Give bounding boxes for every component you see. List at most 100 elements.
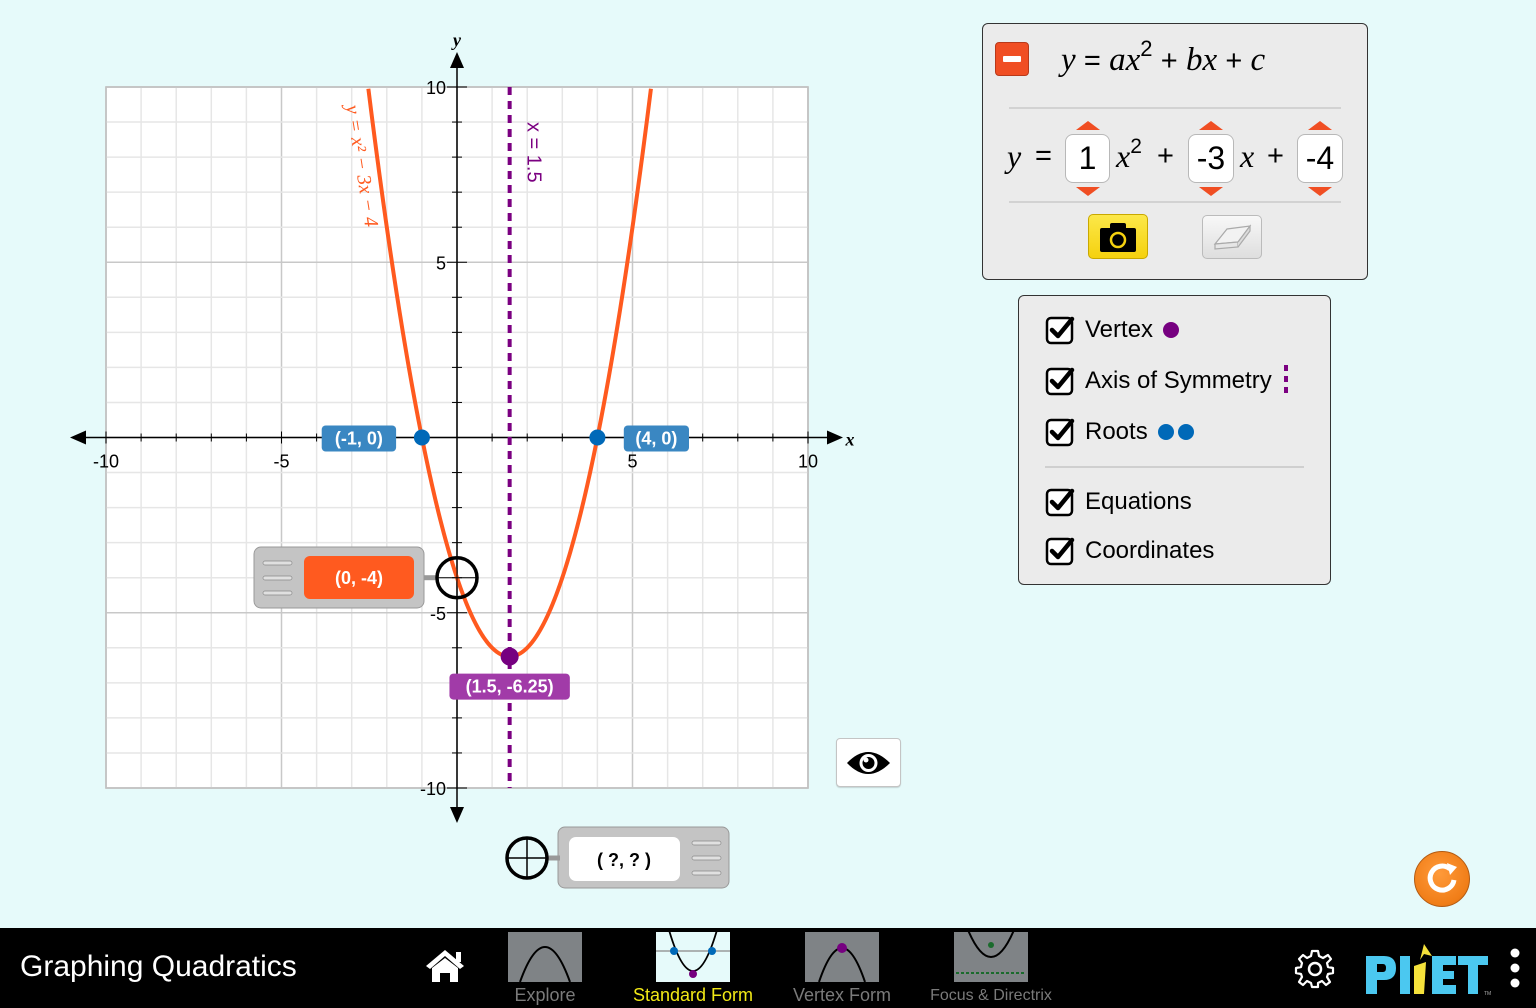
eq-exponent: 2 bbox=[1140, 36, 1153, 61]
y-tick-label: -5 bbox=[430, 604, 446, 624]
erase-curves-button[interactable] bbox=[1202, 215, 1262, 259]
gear-icon bbox=[1294, 949, 1335, 989]
y-tick-label: 5 bbox=[436, 253, 446, 273]
phet-menu-button[interactable] bbox=[1505, 946, 1525, 992]
toggle-graph-contents-button[interactable] bbox=[836, 738, 901, 787]
screen-label: Explore bbox=[514, 985, 576, 1005]
b-value: -3 bbox=[1196, 140, 1226, 176]
collapse-button[interactable] bbox=[995, 42, 1029, 76]
equations-label: Equations bbox=[1085, 488, 1192, 515]
explore-screen-icon bbox=[508, 932, 582, 982]
standard-form-screen-icon bbox=[656, 932, 730, 982]
vertex-checkbox[interactable]: Vertex bbox=[1045, 315, 1180, 345]
c-increment-arrow[interactable] bbox=[1308, 121, 1332, 130]
reset-all-button[interactable] bbox=[1414, 851, 1470, 907]
checkbox-checked-icon bbox=[1045, 488, 1075, 517]
screen-button-explore[interactable]: Explore bbox=[475, 930, 615, 1008]
axis-of-symmetry-label: x = 1.5 bbox=[523, 122, 545, 183]
home-icon bbox=[426, 950, 464, 982]
x-axis-label: x bbox=[845, 430, 855, 450]
screen-label: Focus & Directrix bbox=[930, 987, 1052, 1004]
screen-button-vertex-form[interactable]: Vertex Form bbox=[772, 930, 912, 1008]
row-y: y bbox=[1007, 138, 1022, 174]
vertex-label: Vertex bbox=[1085, 316, 1154, 343]
svg-text:TM: TM bbox=[1484, 991, 1491, 996]
coefficient-equation: y = 1 x2 + -3 x + -4 bbox=[1005, 121, 1350, 196]
eq-y: y bbox=[1061, 42, 1076, 78]
grip-line-icon bbox=[262, 560, 293, 566]
eq-plus: + bbox=[1225, 45, 1243, 77]
screen-label: Standard Form bbox=[632, 985, 754, 1005]
eye-icon bbox=[847, 752, 890, 774]
c-value: -4 bbox=[1305, 140, 1335, 176]
point-tool-2-value: ( ?, ? ) bbox=[597, 850, 651, 870]
row-plus: + bbox=[1157, 140, 1174, 172]
y-tick-label: -10 bbox=[420, 779, 446, 799]
x-tick-label: -10 bbox=[93, 452, 119, 472]
grip-line-icon bbox=[691, 855, 722, 861]
x-tick-label: -5 bbox=[273, 452, 289, 472]
kebab-menu-icon bbox=[1510, 948, 1520, 988]
root-point bbox=[413, 429, 430, 446]
home-button[interactable] bbox=[420, 946, 470, 986]
standard-form-equation: y = ax2 + bx + c bbox=[1061, 38, 1266, 79]
a-increment-arrow[interactable] bbox=[1075, 121, 1100, 130]
point-tool-1-value: (0, -4) bbox=[335, 568, 383, 588]
grip-line-icon bbox=[262, 575, 293, 581]
camera-icon bbox=[1100, 223, 1136, 252]
vertex-point bbox=[500, 647, 519, 666]
x-axis-arrow-left bbox=[70, 430, 86, 445]
roots-checkbox[interactable]: Roots bbox=[1045, 417, 1194, 447]
divider bbox=[1045, 466, 1304, 468]
eq-b: b bbox=[1185, 42, 1203, 78]
b-increment-arrow[interactable] bbox=[1199, 121, 1223, 130]
coordinates-checkbox[interactable]: Coordinates bbox=[1045, 536, 1214, 566]
eraser-icon bbox=[1213, 224, 1252, 250]
app-title: Graphing Quadratics bbox=[20, 950, 297, 983]
reset-icon bbox=[1427, 863, 1457, 893]
grip-line-icon bbox=[262, 590, 293, 596]
save-curve-button[interactable] bbox=[1088, 214, 1148, 259]
eq-plus: + bbox=[1160, 45, 1178, 77]
grip-line-icon bbox=[691, 870, 722, 876]
eq-equals: = bbox=[1083, 45, 1101, 77]
eq-c: c bbox=[1250, 42, 1266, 78]
checkbox-checked-icon bbox=[1045, 537, 1075, 566]
x-tick-label: 5 bbox=[627, 452, 637, 472]
graph: -10 -5 5 10105-5-10xy x = 1.5 y = x² − 3x −… bbox=[70, 30, 855, 889]
y-axis-label: y bbox=[451, 30, 462, 50]
b-coefficient-picker[interactable]: -3 bbox=[1188, 121, 1234, 196]
y-tick-label: 10 bbox=[426, 78, 446, 98]
dashed-line-icon bbox=[1283, 365, 1288, 397]
c-decrement-arrow[interactable] bbox=[1308, 187, 1332, 196]
root-dot-icon bbox=[1177, 424, 1194, 440]
root-dot-icon bbox=[1157, 424, 1174, 440]
x-tick-label: 10 bbox=[798, 452, 818, 472]
axis-of-symmetry-label: Axis of Symmetry bbox=[1085, 367, 1272, 394]
eq-x: x bbox=[1202, 42, 1218, 78]
root-point bbox=[589, 429, 606, 446]
equations-checkbox[interactable]: Equations bbox=[1045, 487, 1192, 517]
screen-button-standard-form[interactable]: Standard Form bbox=[623, 930, 763, 1008]
checkbox-checked-icon bbox=[1045, 418, 1075, 447]
row-plus: + bbox=[1267, 140, 1284, 172]
row-exponent: 2 bbox=[1130, 135, 1142, 158]
screen-button-focus-directrix[interactable]: Focus & Directrix bbox=[921, 930, 1061, 1008]
eq-x: x bbox=[1125, 42, 1141, 78]
roots-label: Roots bbox=[1085, 418, 1148, 445]
b-decrement-arrow[interactable] bbox=[1199, 187, 1223, 196]
phet-logo[interactable]: TM bbox=[1362, 942, 1494, 997]
equation-panel: y = ax2 + bx + c y = 1 x2 + -3 x + -4 bbox=[982, 23, 1368, 280]
checkbox-checked-icon bbox=[1045, 367, 1075, 396]
row-equals: = bbox=[1035, 140, 1052, 172]
a-coefficient-picker[interactable]: 1 bbox=[1065, 121, 1110, 196]
eq-a: a bbox=[1109, 42, 1126, 78]
a-decrement-arrow[interactable] bbox=[1075, 187, 1100, 196]
row-x: x bbox=[1116, 138, 1131, 174]
axis-of-symmetry-checkbox[interactable]: Axis of Symmetry bbox=[1045, 365, 1294, 397]
row-x-squared: x2 bbox=[1116, 135, 1142, 175]
vertex-dot-icon bbox=[1163, 322, 1180, 338]
preferences-button[interactable] bbox=[1294, 948, 1336, 990]
grip-line-icon bbox=[691, 840, 722, 846]
c-coefficient-picker[interactable]: -4 bbox=[1297, 121, 1343, 196]
